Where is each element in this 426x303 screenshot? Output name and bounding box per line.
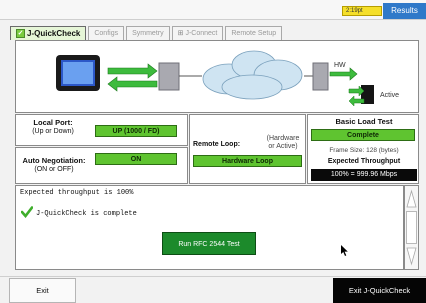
local-port-panel: Local Port: (Up or Down) UP (1000 / FD) xyxy=(15,114,188,146)
active-label: Active xyxy=(380,92,399,99)
frame-size-label: Frame Size: 128 (bytes) xyxy=(329,147,399,154)
tester-device-icon xyxy=(56,55,100,91)
hw-label: HW xyxy=(334,62,346,69)
bottom-bar: Exit Exit J-QuickCheck xyxy=(0,276,426,303)
tab-label: Symmetry xyxy=(132,30,164,37)
auto-negotiation-status: ON xyxy=(95,153,177,165)
basic-load-test-title: Basic Load Test xyxy=(335,117,393,126)
bidirectional-arrow-icon xyxy=(329,67,358,81)
bidirectional-arrow-icon xyxy=(107,63,158,92)
auto-negotiation-title: Auto Negotiation: xyxy=(22,156,86,165)
scroll-up-icon[interactable] xyxy=(406,189,417,209)
mouse-pointer-icon xyxy=(341,245,348,256)
tab-configs[interactable]: Configs xyxy=(88,26,125,40)
local-port-subtitle: (Up or Down) xyxy=(32,128,74,135)
basic-load-test-status: Complete xyxy=(311,129,415,141)
tab-label: J-Connect xyxy=(185,30,218,37)
j-quickcheck-screen: 2:19pt Results ✓ J-QuickCheck Configs Sy… xyxy=(0,0,426,303)
results-button[interactable]: Results xyxy=(383,3,426,19)
remote-loop-hint-1: (Hardware xyxy=(266,135,300,142)
local-port-status: UP (1000 / FD) xyxy=(95,125,177,137)
network-port-icon xyxy=(158,62,180,91)
local-port-title: Local Port: xyxy=(33,118,73,127)
network-port-icon xyxy=(312,62,329,91)
scrollbar-thumb[interactable] xyxy=(406,211,417,244)
top-status-bar: 2:19pt Results xyxy=(0,0,426,20)
topology-diagram: HW Active xyxy=(15,40,419,113)
expected-throughput-value: 100% = 999.96 Mbps xyxy=(311,169,417,181)
network-cloud-icon xyxy=(202,50,303,100)
tab-label: J-QuickCheck xyxy=(27,29,81,38)
topology-diagram-svg: HW Active xyxy=(56,50,399,107)
log-line: Expected throughput is 100% xyxy=(20,189,134,197)
auto-negotiation-panel: Auto Negotiation: (ON or OFF) ON xyxy=(15,147,188,184)
log-line: J-QuickCheck is complete xyxy=(36,210,137,218)
basic-load-test-panel: Basic Load Test Complete Frame Size: 128… xyxy=(307,114,419,184)
remote-loop-status: Hardware Loop xyxy=(193,155,302,167)
tab-symmetry[interactable]: Symmetry xyxy=(126,26,170,40)
network-icon: ⊞ xyxy=(177,30,184,37)
run-rfc2544-button[interactable]: Run RFC 2544 Test xyxy=(162,232,256,255)
exit-j-quickcheck-button[interactable]: Exit J-QuickCheck xyxy=(333,278,426,303)
tab-label: Configs xyxy=(94,30,119,37)
tab-j-quickcheck[interactable]: ✓ J-QuickCheck xyxy=(10,26,87,40)
tab-remote-setup[interactable]: Remote Setup xyxy=(225,26,283,40)
results-log: Expected throughput is 100% J-QuickCheck… xyxy=(15,185,404,270)
remote-loop-hint-2: or Active) xyxy=(268,143,298,150)
remote-loop-panel: Remote Loop: (Hardware or Active) Hardwa… xyxy=(189,114,306,184)
auto-negotiation-subtitle: (ON or OFF) xyxy=(34,166,74,173)
scroll-down-icon[interactable] xyxy=(406,246,417,266)
tab-label: Remote Setup xyxy=(231,30,277,37)
checkmark-icon xyxy=(21,206,33,218)
tab-j-connect[interactable]: ⊞ J-Connect xyxy=(171,26,224,40)
loop-arrows-icon xyxy=(348,85,374,107)
clock-display: 2:19pt xyxy=(342,6,382,16)
exit-button[interactable]: Exit xyxy=(9,278,76,303)
checkmark-icon: ✓ xyxy=(16,29,25,38)
log-scrollbar[interactable] xyxy=(404,185,419,270)
tab-bar: ✓ J-QuickCheck Configs Symmetry ⊞ J-Conn… xyxy=(10,26,284,40)
remote-loop-title: Remote Loop: xyxy=(193,141,241,148)
expected-throughput-label: Expected Throughput xyxy=(327,158,401,165)
